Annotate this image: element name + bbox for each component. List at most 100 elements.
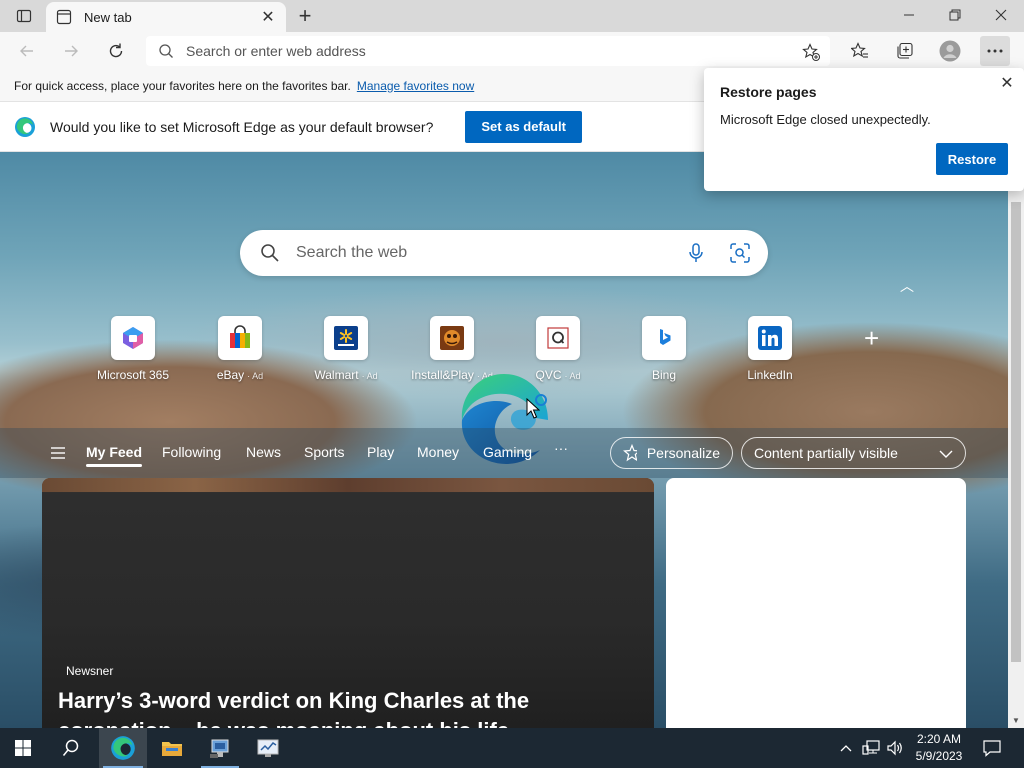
tab-close-icon[interactable]: ✕: [260, 9, 276, 26]
feed-tab-following[interactable]: Following: [162, 444, 221, 460]
ad-marker: · Ad: [361, 371, 378, 381]
refresh-button[interactable]: [101, 36, 131, 66]
speaker-icon: [887, 740, 902, 756]
popup-title: Restore pages: [720, 84, 817, 100]
tab-new-tab[interactable]: New tab ✕: [46, 2, 286, 32]
feed-tab-money[interactable]: Money: [417, 444, 459, 460]
quick-link-microsoft-365[interactable]: Microsoft 365: [80, 316, 186, 382]
search-icon: [261, 244, 279, 262]
quick-link-linkedin[interactable]: LinkedIn: [717, 316, 823, 382]
feed-tab-sports[interactable]: Sports: [304, 444, 344, 460]
ad-marker: · Ad: [564, 371, 581, 381]
web-search-box[interactable]: Search the web: [240, 230, 768, 276]
taskbar-clock[interactable]: 2:20 AM 5/9/2023: [906, 731, 972, 765]
edge-logo-icon: [111, 736, 135, 760]
visual-search-button[interactable]: [718, 231, 762, 275]
favorites-bar-text: For quick access, place your favorites h…: [14, 78, 351, 93]
qvc-icon: [536, 316, 580, 360]
taskbar: 2:20 AM 5/9/2023: [0, 728, 1024, 768]
tab-actions-icon: [16, 9, 32, 23]
search-icon: [159, 44, 173, 58]
hamburger-menu-icon[interactable]: [50, 444, 66, 462]
new-tab-button[interactable]: +: [292, 3, 318, 28]
taskbar-edge-button[interactable]: [99, 728, 147, 768]
search-placeholder: Search the web: [296, 244, 408, 261]
minimize-button[interactable]: [886, 0, 932, 30]
profile-button[interactable]: [935, 36, 965, 66]
address-placeholder: Search or enter web address: [186, 43, 366, 59]
taskbar-server-manager-button[interactable]: [197, 728, 243, 768]
add-favorite-icon[interactable]: [802, 43, 820, 61]
install-play-game-icon: [430, 316, 474, 360]
set-as-default-button[interactable]: Set as default: [465, 110, 582, 143]
page-scrollbar[interactable]: ▲ ▼: [1008, 152, 1024, 728]
restore-button[interactable]: Restore: [936, 143, 1008, 175]
notifications-button[interactable]: [978, 728, 1006, 768]
chevron-up-icon: [840, 745, 852, 752]
popup-close-icon[interactable]: ✕: [998, 74, 1016, 92]
favorites-star-icon: [851, 42, 868, 58]
popup-message: Microsoft Edge closed unexpectedly.: [720, 112, 931, 127]
forward-button[interactable]: [56, 36, 86, 66]
article-source: Newsner: [66, 664, 114, 678]
personalize-label: Personalize: [646, 445, 720, 461]
edge-logo-icon: [15, 116, 35, 137]
quick-link-walmart[interactable]: Walmart · Ad: [293, 316, 399, 382]
favorites-button[interactable]: [845, 36, 875, 66]
quick-link-label: Walmart: [314, 368, 359, 382]
feed-tab-my-feed[interactable]: My Feed: [86, 444, 143, 467]
search-icon: [62, 739, 79, 756]
collections-icon: [897, 42, 913, 59]
network-button[interactable]: [860, 728, 882, 768]
side-card: [666, 478, 966, 728]
news-card[interactable]: Newsner Harry’s 3-word verdict on King C…: [42, 478, 654, 728]
back-arrow-icon: [20, 45, 33, 57]
new-tab-page: Search the web ︿ Microsoft 365 eBay · Ad …: [0, 152, 1008, 728]
windows-start-icon: [15, 740, 31, 756]
more-dots-icon: [987, 49, 1003, 53]
new-tab-page-icon: [56, 9, 72, 25]
mouse-pointer-icon: [526, 398, 540, 419]
ad-marker: · Ad: [247, 371, 264, 381]
restore-window-icon: [949, 9, 961, 21]
quick-link-ebay[interactable]: eBay · Ad: [187, 316, 293, 382]
scrollbar-thumb[interactable]: [1011, 202, 1021, 662]
content-visibility-dropdown[interactable]: Content partially visible: [741, 437, 966, 469]
minimize-icon: [904, 14, 914, 16]
close-window-button[interactable]: [978, 0, 1024, 30]
taskbar-app-button[interactable]: [245, 728, 291, 768]
news-card-image: [42, 478, 654, 492]
folder-icon: [162, 742, 182, 756]
feed-more-button[interactable]: ···: [554, 440, 568, 456]
volume-button[interactable]: [884, 728, 906, 768]
quick-link-bing[interactable]: Bing: [611, 316, 717, 382]
collections-button[interactable]: [890, 36, 920, 66]
close-window-icon: [995, 9, 1007, 21]
article-headline[interactable]: Harry’s 3-word verdict on King Charles a…: [58, 686, 638, 728]
taskbar-file-explorer-button[interactable]: [149, 728, 195, 768]
default-browser-question: Would you like to set Microsoft Edge as …: [50, 118, 434, 135]
settings-more-button[interactable]: [980, 36, 1010, 66]
feed-tab-gaming[interactable]: Gaming: [483, 444, 532, 460]
taskbar-search-button[interactable]: [48, 728, 94, 768]
navigation-toolbar: Search or enter web address: [0, 32, 1024, 70]
profile-avatar-icon: [939, 40, 961, 62]
feed-navigation: My Feed Following News Sports Play Money…: [0, 428, 1008, 478]
personalize-button[interactable]: Personalize: [610, 437, 733, 469]
restore-window-button[interactable]: [932, 0, 978, 30]
address-bar[interactable]: Search or enter web address: [146, 36, 830, 66]
clock-date: 5/9/2023: [915, 749, 963, 763]
feed-tab-play[interactable]: Play: [367, 444, 394, 460]
voice-search-button[interactable]: [674, 231, 718, 275]
collapse-chevron-icon[interactable]: ︿: [900, 276, 914, 296]
scroll-down-arrow-icon[interactable]: ▼: [1008, 712, 1024, 728]
back-button[interactable]: [12, 36, 42, 66]
restore-pages-popup: Restore pages Microsoft Edge closed unex…: [704, 68, 1024, 191]
tab-actions-button[interactable]: [8, 4, 40, 28]
content-visibility-label: Content partially visible: [754, 445, 898, 461]
feed-tab-news[interactable]: News: [246, 444, 281, 460]
add-quick-link-icon[interactable]: +: [864, 325, 888, 351]
show-hidden-icons-button[interactable]: [836, 728, 856, 768]
manage-favorites-link[interactable]: Manage favorites now: [357, 79, 474, 93]
start-button[interactable]: [0, 728, 46, 768]
